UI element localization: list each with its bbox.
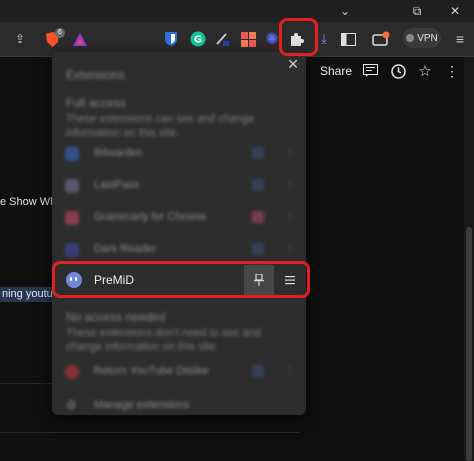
window-close-button[interactable]: ✕: [440, 3, 470, 19]
extension-row[interactable]: Bitwarden ⋮: [52, 138, 306, 170]
svg-text:G: G: [194, 35, 202, 46]
section-full-access: Full access: [66, 96, 127, 110]
section-full-access-desc: These extensions can see and change info…: [66, 113, 255, 139]
divider: [52, 388, 306, 389]
extension-row[interactable]: Grammarly for Chrome ⋮: [52, 202, 306, 234]
extension-name: LastPass: [94, 179, 140, 191]
title-bar: ⌄ ⧉ ✕: [0, 0, 474, 22]
shields-badge: 6: [55, 28, 65, 38]
sidebar-icon[interactable]: [338, 29, 358, 49]
more-icon[interactable]: ⋮: [284, 363, 296, 377]
extension-name: Grammarly for Chrome: [94, 211, 207, 223]
pin-icon[interactable]: [252, 243, 264, 255]
extension-row[interactable]: Return YouTube Dislike ⋮: [52, 356, 306, 388]
extensions-popup: ✕ Extensions Full access These extension…: [52, 52, 306, 415]
section-no-access: No access needed: [66, 310, 166, 324]
more-icon[interactable]: ⋮: [284, 241, 296, 255]
minimize-button[interactable]: ⌄: [330, 3, 360, 19]
manage-extensions-label: Manage extensions: [94, 399, 190, 411]
extension-icon: [65, 179, 79, 193]
gear-icon: ⚙: [66, 398, 77, 412]
extension-name: Return YouTube Dislike: [94, 365, 209, 377]
vpn-label: VPN: [417, 32, 438, 44]
menu-icon[interactable]: ≡: [450, 29, 470, 49]
pin-icon[interactable]: [252, 179, 264, 191]
section-no-access-desc: These extensions don't need to see and c…: [66, 327, 261, 353]
vpn-button[interactable]: VPN: [403, 28, 441, 48]
star-icon[interactable]: ☆: [417, 63, 433, 80]
grid-icon[interactable]: [238, 29, 258, 49]
vpn-status-icon: [406, 34, 415, 42]
popup-close-icon[interactable]: ✕: [287, 56, 299, 73]
brave-rewards-icon[interactable]: [70, 29, 90, 49]
more-icon[interactable]: ⋮: [444, 63, 460, 79]
more-icon[interactable]: ⋮: [284, 209, 296, 223]
wallet-icon[interactable]: [371, 29, 391, 49]
extension-icon: [65, 365, 79, 379]
extension-name: Dark Reader: [94, 243, 157, 255]
clock-icon[interactable]: [390, 63, 406, 79]
video-title-fragment: e Show Wh: [0, 196, 57, 208]
extension-icon: [65, 211, 79, 225]
highlight-extensions-button: [279, 18, 318, 56]
grammarly-icon[interactable]: G: [188, 29, 208, 49]
bitwarden-icon[interactable]: [161, 29, 181, 49]
pin-icon[interactable]: [252, 211, 264, 223]
video-actions-bar: Share ☆ ⋮: [310, 57, 465, 85]
page-scrollbar[interactable]: [464, 57, 474, 461]
comment-icon[interactable]: [362, 63, 378, 79]
highlight-premid-row: [52, 261, 310, 298]
extension-icon: [65, 243, 79, 257]
more-icon[interactable]: ⋮: [284, 177, 296, 191]
pin-icon[interactable]: [252, 147, 264, 159]
extension-icon: [65, 147, 79, 161]
highlighted-text-fragment: ning youtu: [0, 287, 55, 302]
share-button[interactable]: Share: [320, 64, 352, 78]
pen-icon[interactable]: [212, 29, 232, 49]
restore-button[interactable]: ⧉: [402, 3, 432, 19]
extension-row[interactable]: LastPass ⋮: [52, 170, 306, 202]
divider: [0, 432, 300, 433]
extension-name: Bitwarden: [94, 147, 143, 159]
manage-extensions-button[interactable]: ⚙ Manage extensions: [52, 390, 306, 415]
scrollbar-thumb[interactable]: [466, 227, 472, 461]
popup-title: Extensions: [66, 68, 125, 82]
more-icon[interactable]: ⋮: [284, 145, 296, 159]
pin-icon[interactable]: [252, 365, 264, 377]
share-icon[interactable]: ⇪: [10, 29, 30, 49]
